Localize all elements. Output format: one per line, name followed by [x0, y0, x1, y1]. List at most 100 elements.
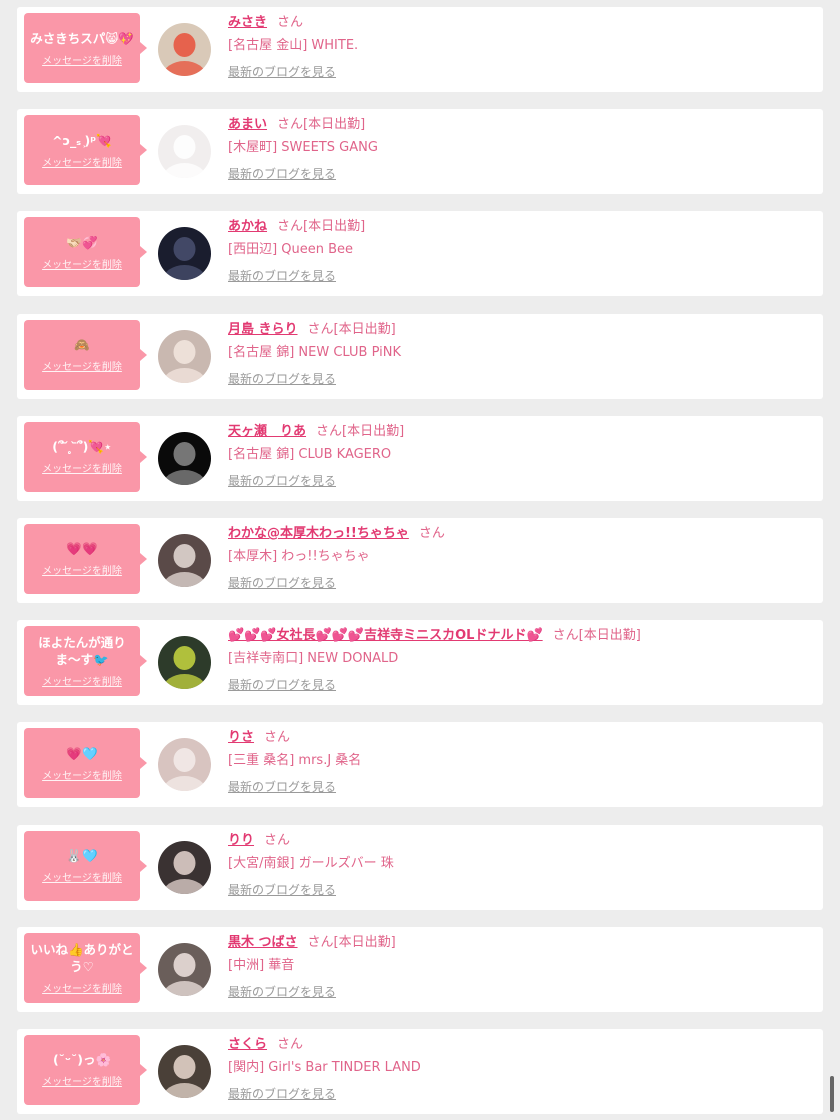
message-text: ほよたんが通りま〜す🐦 [38, 635, 126, 668]
working-today-badge: [本日出勤] [303, 117, 366, 133]
sender-info: あまい さん[本日出勤] [木屋町] SWEETS GANG 最新のブログを見る [228, 116, 815, 182]
sender-info: さくら さん [関内] Girl's Bar TINDER LAND 最新のブログ… [228, 1036, 815, 1102]
avatar[interactable] [158, 942, 211, 996]
delete-message-link[interactable]: メッセージを削除 [42, 767, 122, 782]
message-card: 🫱🏻‍🫲🏼💞 メッセージを削除 あかね さん[本日出勤] [西田辺] Queen … [17, 211, 823, 297]
honorific: さん [307, 321, 334, 337]
message-card: (˘ᵕ˘)っ🌸 メッセージを削除 さくら さん [関内] Girl's Bar T… [17, 1028, 823, 1114]
honorific: さん [552, 628, 579, 644]
shop-name: [中洲] 華音 [228, 957, 295, 973]
sender-name-link[interactable]: りさ [228, 730, 254, 745]
working-today-badge: [本日出勤] [333, 934, 396, 950]
latest-blog-link[interactable]: 最新のブログを見る [228, 881, 336, 898]
latest-blog-link[interactable]: 最新のブログを見る [228, 63, 336, 80]
message-bubble: いいね👍ありがとう♡ メッセージを削除 [24, 932, 147, 1003]
scrollbar[interactable] [830, 1076, 834, 1112]
working-today-badge: [本日出勤] [303, 219, 366, 235]
latest-blog-link[interactable]: 最新のブログを見る [228, 1085, 336, 1102]
latest-blog-link[interactable]: 最新のブログを見る [228, 472, 336, 489]
message-card: ^ↄ_ₛ ͕)ᵖ💘 メッセージを削除 あまい さん[本日出勤] [木屋町] SWE… [17, 109, 823, 195]
avatar-photo-icon [158, 227, 211, 281]
sender-info: あかね さん[本日出勤] [西田辺] Queen Bee 最新のブログを見る [228, 218, 815, 284]
delete-message-link[interactable]: メッセージを削除 [42, 562, 122, 577]
avatar[interactable] [158, 636, 211, 690]
latest-blog-link[interactable]: 最新のブログを見る [228, 574, 336, 591]
avatar[interactable] [158, 431, 211, 485]
latest-blog-link[interactable]: 最新のブログを見る [228, 370, 336, 387]
honorific: さん [264, 832, 291, 848]
honorific: さん [277, 15, 304, 30]
avatar[interactable] [158, 329, 211, 383]
message-text: ^ↄ_ₛ ͕)ᵖ💘 [52, 132, 112, 148]
delete-message-link[interactable]: メッセージを削除 [42, 154, 122, 169]
avatar-photo-icon [158, 636, 211, 690]
message-text: (˘ᵕ˘)っ🌸 [52, 1052, 112, 1068]
working-today-badge: [本日出勤] [578, 628, 641, 644]
sender-name-link[interactable]: 天ヶ瀬 りあ [228, 424, 306, 439]
message-bubble: 💗🩵 メッセージを削除 [24, 728, 147, 799]
delete-message-link[interactable]: メッセージを削除 [42, 256, 122, 271]
avatar-photo-icon [158, 942, 211, 996]
delete-message-link[interactable]: メッセージを削除 [42, 673, 122, 688]
sender-info: りさ さん [三重 桑名] mrs.J 桑名 最新のブログを見る [228, 729, 815, 795]
honorific: さん [277, 117, 304, 133]
honorific: さん [277, 219, 304, 235]
sender-name-link[interactable]: わかな@本厚木わっ!!ちゃちゃ [228, 526, 409, 541]
shop-name: [木屋町] SWEETS GANG [228, 140, 378, 156]
shop-name: [三重 桑名] mrs.J 桑名 [228, 753, 362, 769]
delete-message-link[interactable]: メッセージを削除 [42, 1073, 122, 1088]
avatar-photo-icon [158, 840, 211, 894]
message-card: みさきちスパ😸💖 メッセージを削除 みさき さん [名古屋 金山] WHITE. … [17, 7, 823, 92]
message-card: 💗💗 メッセージを削除 わかな@本厚木わっ!!ちゃちゃ さん [本厚木] わっ!!… [17, 517, 823, 603]
latest-blog-link[interactable]: 最新のブログを見る [228, 676, 336, 693]
sender-name-link[interactable]: 黒木 つばさ [228, 935, 298, 950]
sender-info: みさき さん [名古屋 金山] WHITE. 最新のブログを見る [228, 14, 815, 80]
avatar[interactable] [158, 738, 211, 792]
sender-info: 月島 きらり さん[本日出勤] [名古屋 錦] NEW CLUB PiNK 最新の… [228, 321, 815, 387]
avatar[interactable] [158, 1044, 211, 1098]
delete-message-link[interactable]: メッセージを削除 [42, 460, 122, 475]
message-card: 🐰🩵 メッセージを削除 りり さん [大宮/南銀] ガールズバー 珠 最新のブログ… [17, 824, 823, 910]
honorific: さん [316, 423, 343, 439]
message-list: みさきちスパ😸💖 メッセージを削除 みさき さん [名古屋 金山] WHITE. … [17, 7, 823, 1120]
delete-message-link[interactable]: メッセージを削除 [42, 52, 122, 67]
sender-name-link[interactable]: りり [228, 833, 254, 848]
message-text: いいね👍ありがとう♡ [30, 941, 134, 974]
avatar[interactable] [158, 227, 211, 281]
avatar[interactable] [158, 840, 211, 894]
shop-name: [吉祥寺南口] NEW DONALD [228, 651, 399, 667]
honorific: さん [277, 1036, 304, 1052]
avatar-photo-icon [158, 1044, 211, 1098]
delete-message-link[interactable]: メッセージを削除 [42, 358, 122, 373]
honorific: さん [264, 730, 291, 746]
message-bubble: 💗💗 メッセージを削除 [24, 523, 147, 594]
sender-name-link[interactable]: あかね [228, 219, 267, 234]
sender-info: りり さん [大宮/南銀] ガールズバー 珠 最新のブログを見る [228, 832, 815, 898]
avatar[interactable] [158, 533, 211, 587]
avatar-photo-icon [158, 738, 211, 792]
latest-blog-link[interactable]: 最新のブログを見る [228, 267, 336, 284]
sender-name-link[interactable]: みさき [228, 15, 267, 30]
sender-name-link[interactable]: 💕💕💕女社長💕💕💕吉祥寺ミニスカOLドナルド💕 [228, 628, 543, 643]
delete-message-link[interactable]: メッセージを削除 [42, 869, 122, 884]
latest-blog-link[interactable]: 最新のブログを見る [228, 165, 336, 182]
shop-name: [西田辺] Queen Bee [228, 242, 354, 258]
sender-name-link[interactable]: 月島 きらり [228, 322, 298, 337]
message-text: 🐰🩵 [66, 848, 98, 863]
sender-name-link[interactable]: あまい [228, 117, 267, 132]
delete-message-link[interactable]: メッセージを削除 [42, 980, 122, 995]
avatar-photo-icon [158, 329, 211, 383]
sender-name-link[interactable]: さくら [228, 1037, 267, 1052]
message-card: ほよたんが通りま〜す🐦 メッセージを削除 💕💕💕女社長💕💕💕吉祥寺ミニスカOLド… [17, 620, 823, 706]
latest-blog-link[interactable]: 最新のブログを見る [228, 778, 336, 795]
message-bubble: (˘ᵕ˘)っ🌸 メッセージを削除 [24, 1034, 147, 1105]
avatar[interactable] [158, 125, 211, 179]
message-text: (՞ ᷄ ̥ ᷅՞)💘⋆ [52, 439, 112, 455]
latest-blog-link[interactable]: 最新のブログを見る [228, 983, 336, 1000]
message-card: 💗🩵 メッセージを削除 りさ さん [三重 桑名] mrs.J 桑名 最新のブログ… [17, 722, 823, 808]
avatar[interactable] [158, 23, 211, 76]
message-bubble: (՞ ᷄ ̥ ᷅՞)💘⋆ メッセージを削除 [24, 421, 147, 492]
message-text: 💗💗 [66, 541, 98, 557]
message-bubble: 🙈 メッセージを削除 [24, 319, 147, 390]
shop-name: [名古屋 錦] NEW CLUB PiNK [228, 344, 401, 360]
